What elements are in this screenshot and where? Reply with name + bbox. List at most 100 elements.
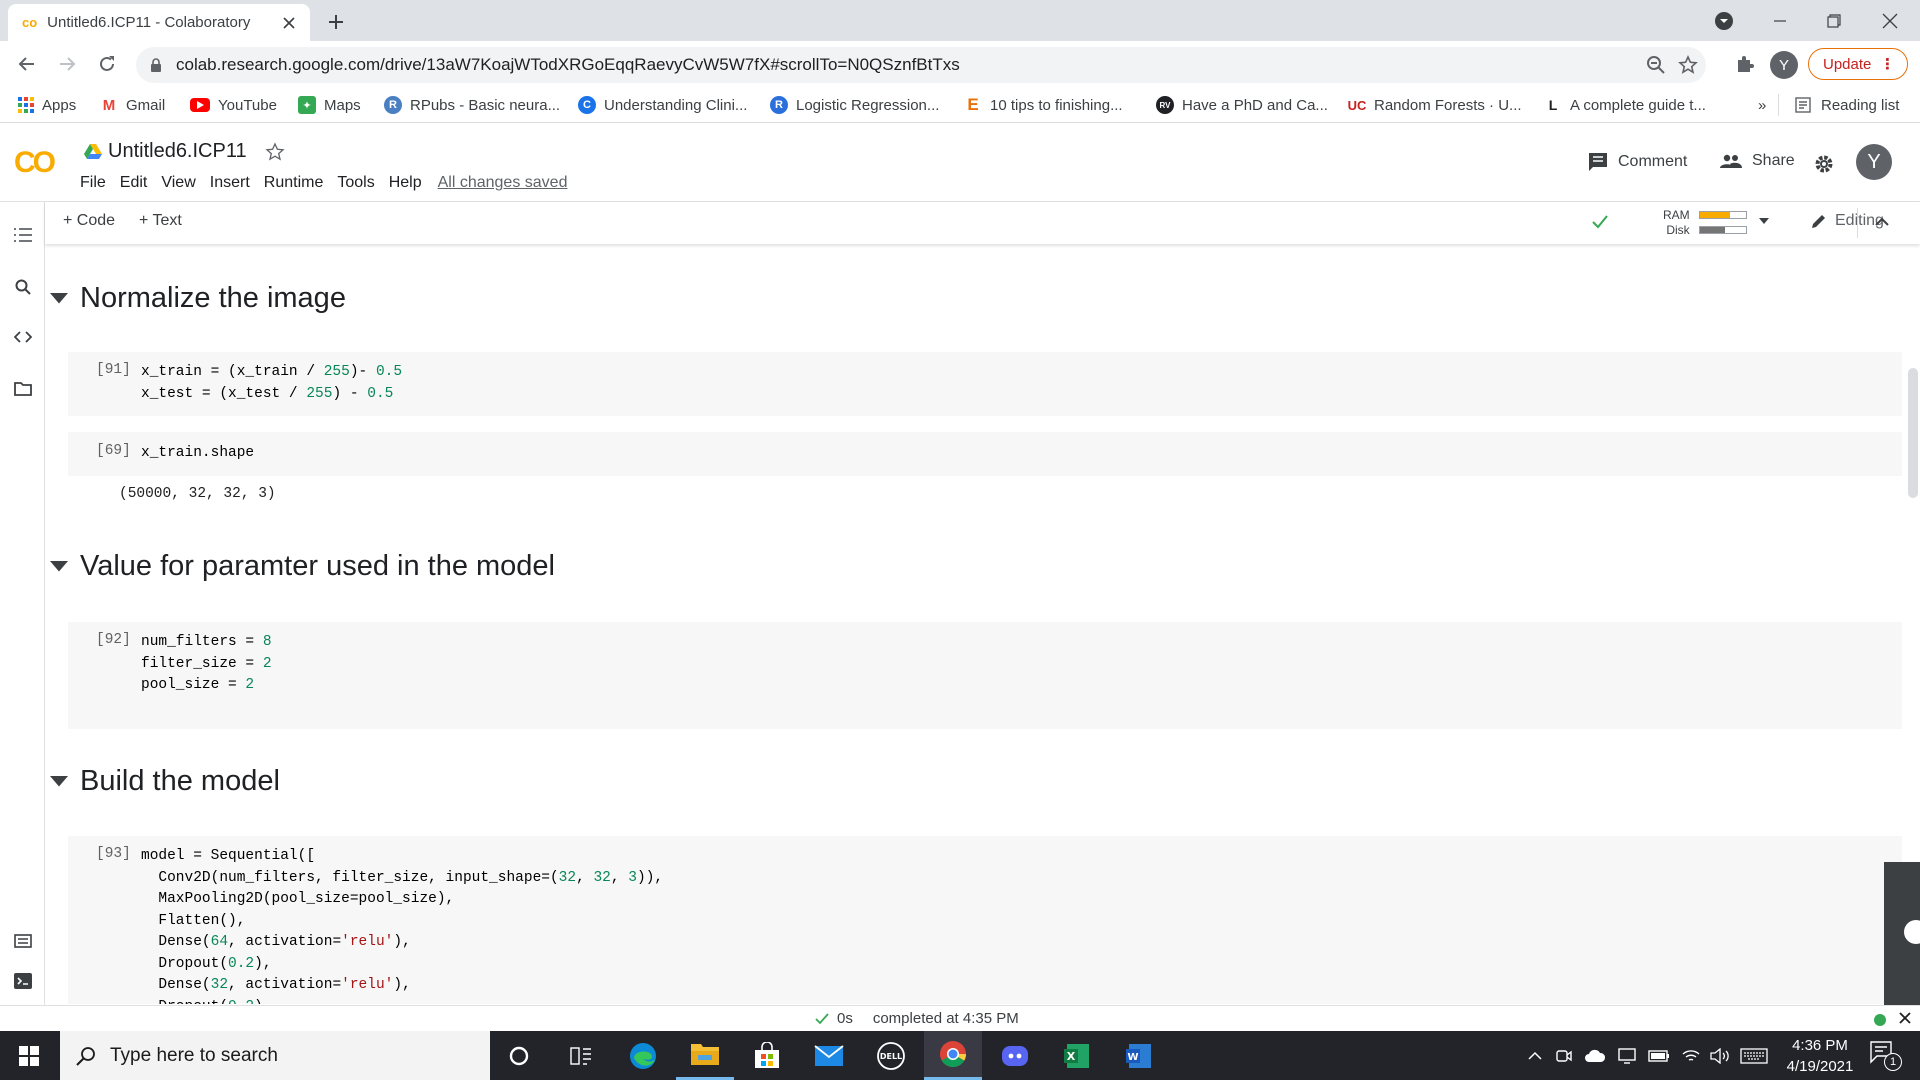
bookmark-maps[interactable]: ✦ Maps [298,94,361,116]
close-tab-icon[interactable] [282,16,296,30]
bookmark-understanding[interactable]: C Understanding Clini... [578,94,747,116]
menu-view[interactable]: View [161,174,195,192]
execution-count[interactable]: [69] [96,443,131,459]
zoom-icon[interactable] [1646,55,1666,75]
microsoft-store-icon[interactable] [738,1031,796,1080]
code-cell[interactable]: [93] model = Sequential([ Conv2D(num_fil… [68,836,1902,1004]
bookmark-random-forests[interactable]: UC Random Forests · U... [1348,94,1522,116]
bookmark-gmail[interactable]: M Gmail [100,94,165,116]
execution-count[interactable]: [91] [96,362,131,378]
show-hidden-icons-icon[interactable] [1528,1051,1542,1060]
insert-code-button[interactable]: + Code [63,212,115,230]
collapse-section-icon[interactable] [50,773,68,791]
section-heading[interactable]: Normalize the image [46,282,346,315]
new-tab-button[interactable] [322,8,350,36]
bookmark-apps[interactable]: Apps [18,94,76,116]
mail-icon[interactable] [800,1031,858,1080]
execution-count[interactable]: [93] [96,846,131,862]
windows-start-icon[interactable] [0,1031,58,1080]
command-palette-icon[interactable] [12,930,34,952]
chrome-icon[interactable] [924,1031,982,1080]
resources-dropdown-icon[interactable] [1759,218,1769,224]
collapse-header-icon[interactable] [1875,217,1889,226]
star-icon[interactable] [265,141,285,162]
code-cell[interactable]: [69] x_train.shape [68,432,1902,476]
profile-menu-icon[interactable] [1696,0,1752,41]
notification-center-icon[interactable]: 1 [1870,1041,1906,1071]
save-status[interactable]: All changes saved [438,174,568,192]
colab-logo[interactable]: CO [14,146,56,180]
floating-side-panel[interactable] [1884,862,1920,1012]
browser-tab[interactable]: co Untitled6.ICP11 - Colaboratory [8,4,310,41]
collapse-section-icon[interactable] [50,290,68,308]
reload-icon[interactable] [92,49,122,79]
file-explorer-icon[interactable] [676,1031,734,1080]
wifi-icon[interactable] [1682,1049,1700,1063]
word-icon[interactable]: W [1110,1031,1168,1080]
panel-toggle-icon[interactable] [1904,920,1920,944]
bookmark-star-icon[interactable] [1678,55,1698,75]
menu-file[interactable]: File [80,174,106,192]
bookmarks-more-button[interactable]: » [1758,94,1766,116]
share-button[interactable]: Share [1720,152,1795,170]
profile-avatar[interactable]: Y [1770,51,1798,79]
meet-now-icon[interactable] [1556,1048,1572,1064]
restore-icon[interactable] [1806,0,1862,41]
terminal-icon[interactable] [12,970,34,992]
close-status-icon[interactable] [1898,1011,1912,1025]
code-editor[interactable]: x_train = (x_train / 255)- 0.5 x_test = … [141,362,402,405]
menu-insert[interactable]: Insert [210,174,250,192]
comment-button[interactable]: Comment [1588,152,1687,172]
bookmark-10tips[interactable]: E 10 tips to finishing... [964,94,1122,116]
forward-arrow-icon[interactable] [52,49,82,79]
resource-monitor[interactable]: RAM Disk [1663,208,1690,238]
execution-count[interactable]: [92] [96,632,131,648]
edge-browser-icon[interactable] [614,1031,672,1080]
bookmark-phd[interactable]: RV Have a PhD and Ca... [1156,94,1328,116]
code-editor[interactable]: x_train.shape [141,443,254,465]
code-editor[interactable]: num_filters = 8 filter_size = 2 pool_siz… [141,632,272,697]
back-arrow-icon[interactable] [12,49,42,79]
menu-help[interactable]: Help [389,174,422,192]
collapse-section-icon[interactable] [50,558,68,576]
bookmark-complete-guide[interactable]: L A complete guide t... [1544,94,1706,116]
search-icon[interactable] [12,276,34,298]
task-view-icon[interactable] [552,1031,610,1080]
update-button[interactable]: Update ⋮ [1808,48,1908,80]
dell-icon[interactable]: DELL [862,1031,920,1080]
discord-icon[interactable] [986,1031,1044,1080]
taskbar-search-box[interactable]: Type here to search [60,1031,490,1080]
notebook-scrollbar[interactable] [1908,368,1918,498]
menu-runtime[interactable]: Runtime [264,174,324,192]
execution-status[interactable]: 0s completed at 4:35 PM [815,1010,1019,1027]
minimize-icon[interactable] [1752,0,1808,41]
table-of-contents-icon[interactable] [12,224,34,246]
address-bar[interactable]: colab.research.google.com/drive/13aW7Koa… [136,47,1706,83]
section-heading[interactable]: Value for paramter used in the model [46,550,555,583]
bookmark-youtube[interactable]: YouTube [190,94,277,116]
keyboard-icon[interactable] [1740,1047,1768,1064]
notebook-title[interactable]: Untitled6.ICP11 [108,140,247,163]
battery-icon[interactable] [1648,1049,1670,1062]
taskbar-clock[interactable]: 4:36 PM 4/19/2021 [1770,1035,1870,1077]
cortana-icon[interactable] [490,1031,548,1080]
section-heading[interactable]: Build the model [46,765,280,798]
code-snippets-icon[interactable] [12,326,34,348]
code-cell[interactable]: [91] x_train = (x_train / 255)- 0.5 x_te… [68,352,1902,416]
close-window-icon[interactable] [1862,0,1918,41]
onedrive-cloud-icon[interactable] [1584,1049,1606,1063]
settings-gear-icon[interactable] [1814,154,1834,174]
excel-icon[interactable]: X [1048,1031,1106,1080]
reading-list-button[interactable]: Reading list [1778,94,1899,116]
files-folder-icon[interactable] [12,378,34,400]
lock-icon[interactable] [150,57,162,73]
code-cell[interactable]: [92] num_filters = 8 filter_size = 2 poo… [68,622,1902,729]
extensions-puzzle-icon[interactable] [1730,49,1760,79]
user-avatar[interactable]: Y [1856,144,1892,180]
code-editor[interactable]: model = Sequential([ Conv2D(num_filters,… [141,846,663,1004]
editing-mode-button[interactable]: Editing [1811,212,1884,230]
menu-tools[interactable]: Tools [337,174,374,192]
volume-icon[interactable] [1710,1047,1730,1064]
bookmark-rpubs[interactable]: R RPubs - Basic neura... [384,94,560,116]
bookmark-logistic[interactable]: R Logistic Regression... [770,94,939,116]
